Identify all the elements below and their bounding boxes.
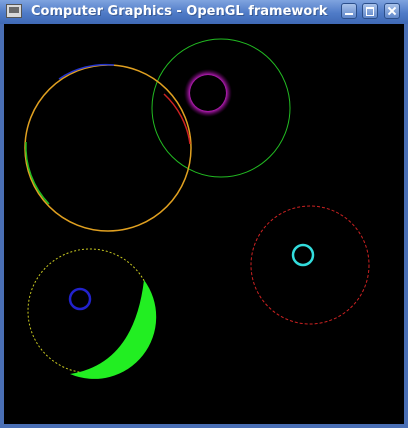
scene-svg	[24, 38, 370, 379]
window-frame-right	[404, 24, 408, 428]
green-crescent	[70, 280, 157, 379]
magenta-inner-hole	[190, 75, 226, 111]
ring-segment-blue	[58, 63, 115, 80]
title-bar[interactable]: Computer Graphics - OpenGL framework	[0, 0, 408, 25]
monitor-icon[interactable]	[6, 4, 22, 18]
window-frame-bottom	[0, 424, 408, 428]
maximize-button[interactable]	[362, 3, 378, 19]
cyan-ring	[291, 243, 315, 267]
minimize-button[interactable]	[341, 3, 357, 19]
opengl-canvas[interactable]	[4, 24, 404, 424]
close-button[interactable]	[384, 3, 400, 19]
red-ring	[250, 205, 370, 325]
app-window: Computer Graphics - OpenGL framework	[0, 0, 408, 428]
blue-ring	[68, 287, 92, 311]
multicolor-ring-large	[24, 64, 192, 232]
window-title: Computer Graphics - OpenGL framework	[31, 4, 328, 19]
